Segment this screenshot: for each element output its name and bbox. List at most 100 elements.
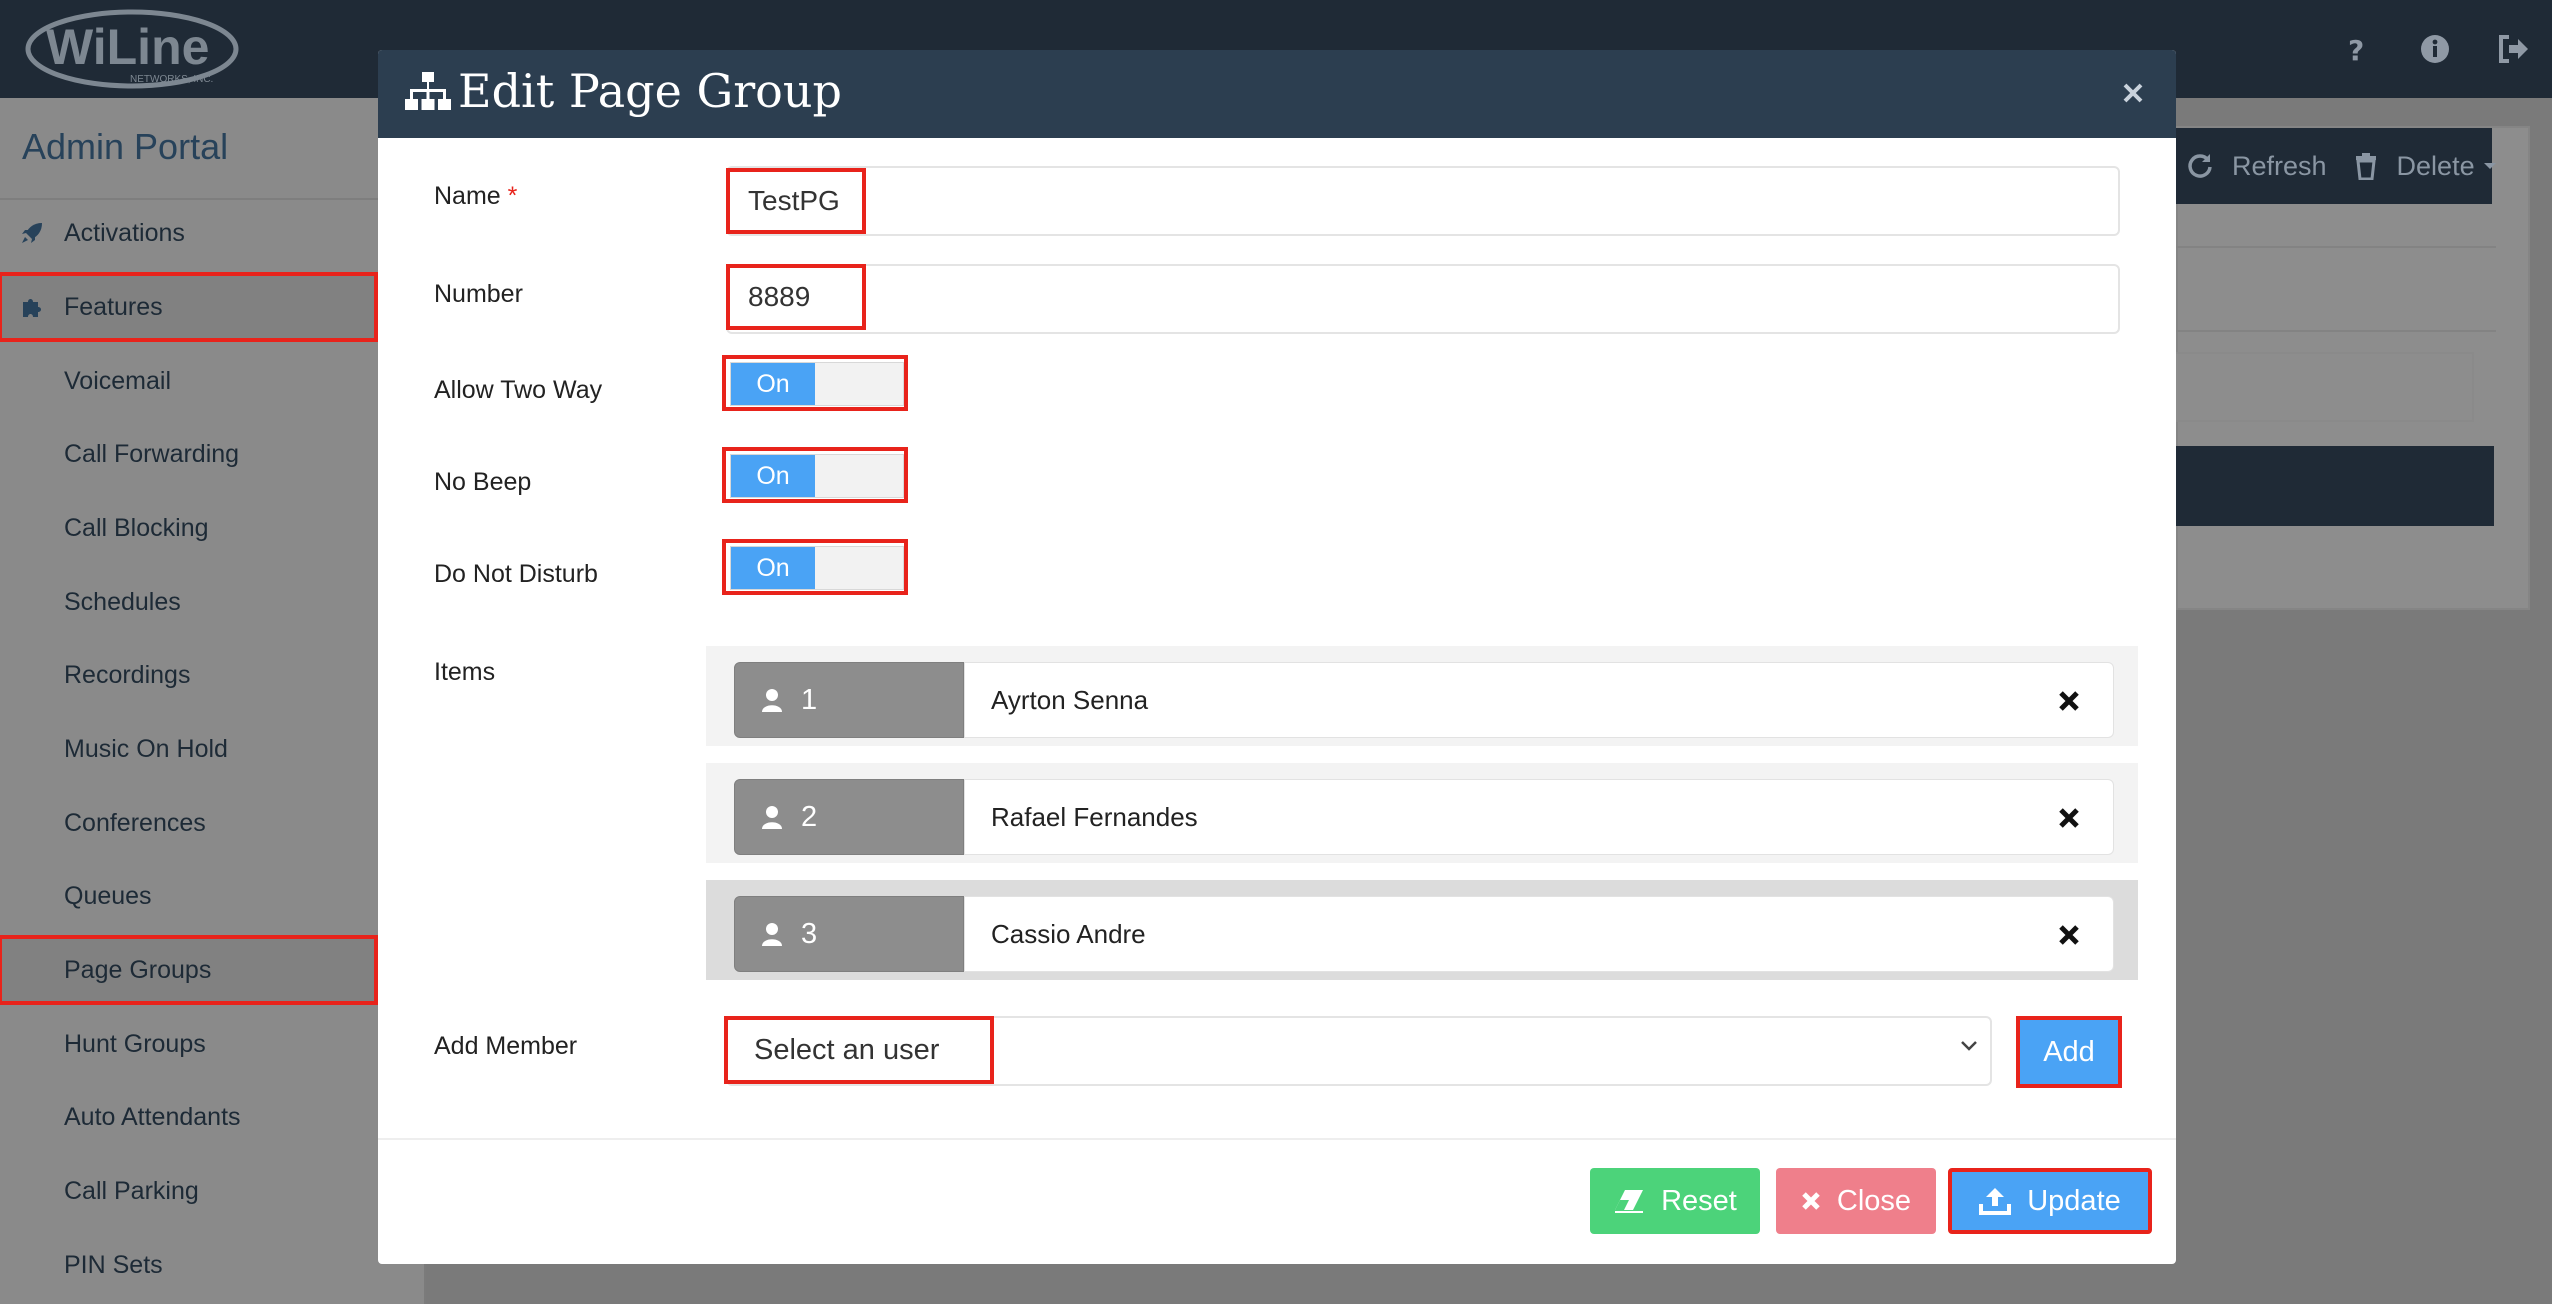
no-beep-label: No Beep	[434, 468, 532, 496]
sidebar-item-call-blocking[interactable]: Call Blocking	[0, 495, 376, 561]
sidebar-item-schedules[interactable]: Schedules	[0, 569, 376, 635]
item-number-badge: 2	[734, 779, 964, 855]
sidebar-item-label: Call Forwarding	[64, 439, 240, 468]
close-icon	[1802, 1192, 1820, 1210]
help-icon[interactable]: ?	[2318, 0, 2396, 98]
sidebar: Admin Portal Activations Features Voicem…	[0, 98, 426, 1304]
name-label-text: Name	[434, 182, 501, 210]
add-member-placeholder[interactable]: Select an user	[724, 1016, 994, 1084]
highlight-box	[722, 539, 908, 595]
sidebar-item-voicemail[interactable]: Voicemail	[0, 348, 376, 414]
add-member-label: Add Member	[434, 1032, 578, 1060]
puzzle-icon	[0, 295, 64, 319]
chevron-down-icon	[1961, 1041, 1977, 1051]
remove-icon[interactable]	[2053, 802, 2085, 834]
sidebar-item-label: Auto Attendants	[64, 1102, 241, 1131]
modal-header: Edit Page Group	[378, 50, 2176, 138]
item-name-box: Rafael Fernandes	[964, 779, 2114, 855]
delete-label: Delete	[2396, 150, 2475, 181]
sidebar-item-label: Activations	[64, 218, 185, 247]
rocket-icon	[0, 221, 64, 245]
sidebar-item-pin-sets[interactable]: PIN Sets	[0, 1232, 376, 1298]
item-number-badge: 1	[734, 662, 964, 738]
sitemap-icon	[405, 72, 451, 110]
refresh-button[interactable]: Refresh	[2186, 151, 2327, 182]
sidebar-item-label: Page Groups	[64, 955, 212, 984]
logout-icon[interactable]	[2474, 0, 2552, 98]
user-icon	[761, 922, 783, 946]
list-item[interactable]: 1 Ayrton Senna	[706, 646, 2138, 746]
sidebar-item-label: Hunt Groups	[64, 1029, 206, 1058]
portal-title: Admin Portal	[22, 126, 229, 167]
number-field[interactable]	[726, 264, 2120, 334]
name-field[interactable]	[726, 166, 2120, 236]
name-value[interactable]: TestPG	[726, 168, 866, 234]
background-toolbar: Refresh Delete	[2176, 128, 2496, 204]
sidebar-item-label: Features	[64, 292, 163, 321]
sidebar-item-call-parking[interactable]: Call Parking	[0, 1158, 376, 1224]
logo-tagline: NETWORKS, INC.	[130, 74, 213, 85]
sidebar-item-page-groups[interactable]: Page Groups	[0, 935, 378, 1005]
sidebar-item-label: Call Parking	[64, 1176, 199, 1205]
item-number: 3	[801, 917, 818, 950]
remove-icon[interactable]	[2053, 919, 2085, 951]
sidebar-item-label: Call Blocking	[64, 513, 209, 542]
sidebar-item-music-on-hold[interactable]: Music On Hold	[0, 716, 376, 782]
number-label: Number	[434, 280, 523, 308]
item-number: 1	[801, 683, 818, 716]
svg-text:?: ?	[2348, 34, 2364, 64]
reset-button[interactable]: Reset	[1590, 1168, 1760, 1234]
delete-button[interactable]: Delete	[2353, 151, 2497, 182]
wiline-logo[interactable]: WiLine NETWORKS, INC.	[22, 6, 242, 92]
refresh-icon	[2188, 154, 2212, 178]
close-button[interactable]: Close	[1776, 1168, 1936, 1234]
user-icon	[761, 805, 783, 829]
list-item[interactable]: 2 Rafael Fernandes	[706, 763, 2138, 863]
info-icon[interactable]	[2396, 0, 2474, 98]
sidebar-item-recordings[interactable]: Recordings	[0, 642, 376, 708]
remove-icon[interactable]	[2053, 685, 2085, 717]
sidebar-item-label: PIN Sets	[64, 1250, 163, 1279]
caret-down-icon	[2483, 163, 2496, 169]
user-icon	[761, 688, 783, 712]
eraser-icon	[1615, 1190, 1644, 1213]
item-name: Rafael Fernandes	[991, 801, 1198, 832]
update-label: Update	[2027, 1184, 2121, 1217]
logo-wordmark: WiLine	[46, 19, 209, 75]
sidebar-item-activations[interactable]: Activations	[0, 200, 376, 266]
name-label: Name *	[434, 182, 517, 211]
sidebar-item-label: Conferences	[64, 808, 206, 837]
close-icon[interactable]	[2114, 74, 2152, 112]
number-value[interactable]: 8889	[726, 264, 866, 330]
close-label: Close	[1836, 1184, 1912, 1217]
list-item[interactable]: 3 Cassio Andre	[706, 880, 2138, 980]
item-name: Ayrton Senna	[991, 684, 1149, 715]
sidebar-item-auto-attendants[interactable]: Auto Attendants	[0, 1084, 376, 1150]
item-name-box: Cassio Andre	[964, 896, 2114, 972]
add-member-button[interactable]: Add	[2016, 1016, 2122, 1088]
sidebar-item-label: Voicemail	[64, 366, 171, 395]
update-button[interactable]: Update	[1948, 1168, 2152, 1234]
sidebar-item-label: Queues	[64, 881, 152, 910]
divider	[2176, 246, 2496, 248]
sidebar-item-label: Schedules	[64, 587, 181, 616]
background-input	[2176, 352, 2474, 422]
divider	[2176, 330, 2496, 332]
upload-icon	[1979, 1188, 2012, 1215]
sidebar-item-hunt-groups[interactable]: Hunt Groups	[0, 1011, 376, 1077]
sidebar-item-conferences[interactable]: Conferences	[0, 790, 376, 856]
dnd-label: Do Not Disturb	[434, 560, 598, 588]
modal-title: Edit Page Group	[458, 64, 842, 118]
reset-label: Reset	[1661, 1184, 1737, 1217]
highlight-box	[722, 447, 908, 503]
highlight-box	[722, 355, 908, 411]
trash-icon	[2355, 153, 2376, 180]
sidebar-item-queues[interactable]: Queues	[0, 863, 376, 929]
item-number-badge: 3	[734, 896, 964, 972]
edit-page-group-modal: Edit Page Group Name * TestPG Number 888…	[378, 50, 2176, 1264]
sidebar-item-features[interactable]: Features	[0, 272, 378, 342]
sidebar-item-label: Music On Hold	[64, 734, 228, 763]
sidebar-item-call-forwarding[interactable]: Call Forwarding	[0, 421, 376, 487]
items-label: Items	[434, 658, 496, 686]
allow-two-way-label: Allow Two Way	[434, 376, 603, 404]
